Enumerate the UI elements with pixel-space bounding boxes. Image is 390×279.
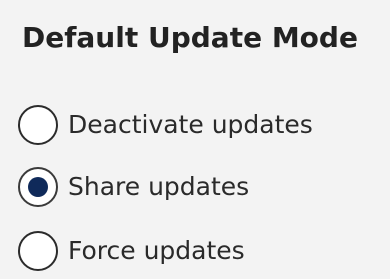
- section-title: Default Update Mode: [22, 21, 358, 54]
- radio-button-checked[interactable]: [18, 167, 58, 207]
- radio-option-label: Deactivate updates: [68, 110, 313, 139]
- radio-option-label: Share updates: [68, 172, 250, 201]
- radio-option-share-updates[interactable]: Share updates: [18, 166, 249, 208]
- update-mode-panel: Default Update Mode Deactivate updates S…: [0, 0, 390, 279]
- radio-button-unchecked[interactable]: [18, 231, 58, 271]
- radio-option-label: Force updates: [68, 236, 245, 265]
- radio-option-deactivate-updates[interactable]: Deactivate updates: [18, 104, 313, 146]
- radio-option-force-updates[interactable]: Force updates: [18, 230, 245, 272]
- radio-selected-dot: [28, 177, 48, 197]
- radio-button-unchecked[interactable]: [18, 105, 58, 145]
